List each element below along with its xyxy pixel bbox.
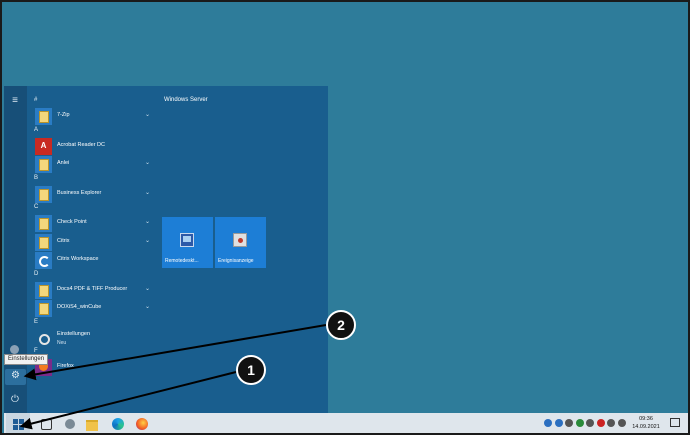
callout-2: 2 (326, 310, 356, 340)
callout-1: 1 (236, 355, 266, 385)
desktop: ≡ ⚙ ⏻ Windows Server Remotedeskt... Erei… (0, 0, 690, 435)
arrow-1 (19, 371, 237, 430)
annotation-arrows (19, 324, 327, 430)
arrow-2 (23, 324, 327, 381)
